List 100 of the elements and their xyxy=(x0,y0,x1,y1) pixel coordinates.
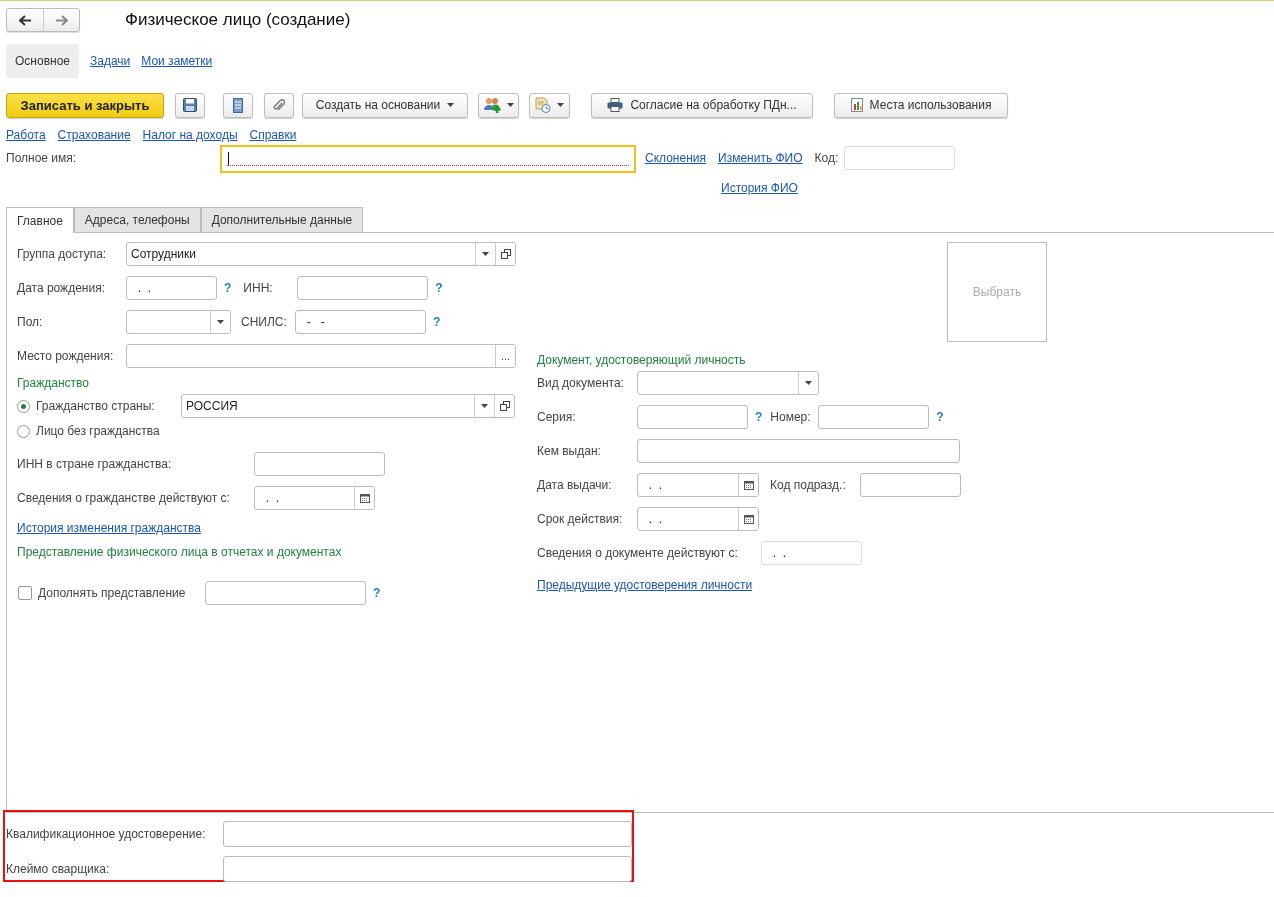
link[interactable]: Справки xyxy=(249,128,297,144)
dropdown-button[interactable] xyxy=(210,311,230,333)
calendar-button[interactable] xyxy=(354,487,374,509)
tab[interactable]: Дополнительные данные xyxy=(200,207,364,232)
link[interactable]: Страхование xyxy=(57,128,131,144)
caret-icon xyxy=(482,252,489,256)
full-name-field[interactable] xyxy=(220,145,636,173)
input-field[interactable]: ... xyxy=(126,344,516,368)
usages-button[interactable]: Места использования xyxy=(834,92,1008,118)
combo-box[interactable]: Сотрудники xyxy=(126,242,516,266)
input-field[interactable] xyxy=(637,405,748,429)
help-link[interactable]: ? xyxy=(373,586,381,600)
link[interactable]: Склонения xyxy=(645,151,706,165)
link[interactable]: Изменить ФИО xyxy=(718,151,803,165)
input-field[interactable] xyxy=(818,405,930,429)
field-label: Клеймо сварщика: xyxy=(6,862,111,876)
field-label: Номер: xyxy=(770,410,812,424)
calendar-icon xyxy=(743,514,754,524)
caret-icon xyxy=(805,381,812,385)
field-label: Место рождения: xyxy=(17,349,115,363)
caret-icon xyxy=(447,103,455,107)
help-link[interactable]: ? xyxy=(755,410,763,424)
tab[interactable]: Главное xyxy=(6,207,74,233)
field-label: Серия: xyxy=(537,410,577,424)
code-field[interactable] xyxy=(844,146,956,170)
checkbox[interactable] xyxy=(18,586,32,600)
date-field[interactable]: . . xyxy=(637,473,759,497)
caret-icon xyxy=(557,103,564,107)
link[interactable]: Работа xyxy=(6,128,46,144)
field-label: Код: xyxy=(814,151,839,165)
field-label: Сведения о документе действуют с: xyxy=(537,546,739,560)
input-field[interactable] xyxy=(860,473,961,497)
section-title: Представление физического лица в отчетах и документах xyxy=(17,545,342,559)
field-label: Дополнять представление xyxy=(38,586,187,600)
document-clock-icon xyxy=(535,97,551,113)
input-field[interactable] xyxy=(254,452,385,476)
tab[interactable]: Адреса, телефоны xyxy=(73,207,201,232)
window-title: Физическое лицо (создание) xyxy=(125,10,351,30)
dropdown-button[interactable] xyxy=(798,372,818,394)
help-link[interactable]: ? xyxy=(435,281,443,295)
input-field[interactable] xyxy=(637,439,960,463)
option-label: Лицо без гражданства xyxy=(36,424,160,438)
calendar-button[interactable] xyxy=(738,508,758,530)
radio-button[interactable] xyxy=(17,424,30,438)
input-field[interactable] xyxy=(222,856,632,882)
users-add-icon xyxy=(483,97,501,113)
calendar-icon xyxy=(359,493,370,503)
open-window-icon xyxy=(499,401,510,411)
field-label: Квалификационное удостоверение: xyxy=(6,827,207,841)
field-label: Вид документа: xyxy=(537,376,625,390)
printer-icon xyxy=(607,98,624,112)
field-label: Кем выдан: xyxy=(537,444,602,458)
section-tab[interactable]: Основное xyxy=(6,44,79,78)
back-arrow-icon xyxy=(18,14,32,26)
field-label: Группа доступа: xyxy=(17,247,108,261)
help-link[interactable]: ? xyxy=(433,315,441,329)
combo-box[interactable]: РОССИЯ xyxy=(181,394,515,418)
option-label: Гражданство страны: xyxy=(36,399,156,413)
caret-icon xyxy=(481,404,488,408)
save-and-close-button[interactable]: Записать и закрыть xyxy=(6,92,164,118)
date-field[interactable]: . . xyxy=(637,507,759,531)
open-button[interactable] xyxy=(494,395,514,417)
section-tab[interactable]: Задачи xyxy=(90,54,131,68)
date-field[interactable]: . . xyxy=(126,276,217,300)
consent-print-button[interactable]: Согласие на обработку ПДн... xyxy=(591,92,813,118)
help-link[interactable]: ? xyxy=(224,281,232,295)
users-menu-button[interactable] xyxy=(478,92,519,118)
field-label: ИНН: xyxy=(243,281,274,295)
input-field[interactable]: - - xyxy=(295,310,426,334)
create-based-on-button[interactable]: Создать на основании xyxy=(302,92,468,118)
radio-button[interactable] xyxy=(17,399,30,413)
document-menu-button[interactable] xyxy=(529,92,570,118)
field-label: Дата рождения: xyxy=(17,281,106,295)
save-button[interactable] xyxy=(175,92,205,118)
link[interactable]: Налог на доходы xyxy=(142,128,238,144)
caret-icon xyxy=(506,103,514,107)
field-label: Пол: xyxy=(17,315,44,329)
link[interactable]: Предыдущие удостоверения личности xyxy=(537,578,753,592)
chart-document-icon xyxy=(850,98,863,112)
calendar-button[interactable] xyxy=(738,474,758,496)
select-button[interactable]: ... xyxy=(495,345,515,367)
input-field[interactable] xyxy=(222,821,632,847)
caret-icon xyxy=(217,320,224,324)
date-field[interactable]: . . xyxy=(254,486,375,510)
field-label: Дата выдачи: xyxy=(537,478,613,492)
calendar-icon xyxy=(743,480,754,490)
link[interactable]: История ФИО xyxy=(721,181,798,195)
section-title: Гражданство xyxy=(17,376,90,390)
help-link[interactable]: ? xyxy=(936,410,944,424)
field-label: Полное имя: xyxy=(6,150,78,167)
open-button[interactable] xyxy=(495,243,515,265)
input-field[interactable] xyxy=(297,276,429,300)
open-window-icon xyxy=(500,249,511,259)
forward-arrow-icon xyxy=(55,14,68,26)
date-field[interactable]: . . xyxy=(761,541,862,565)
input-field[interactable] xyxy=(205,581,366,605)
section-tab[interactable]: Мои заметки xyxy=(141,54,213,68)
list-button[interactable] xyxy=(223,92,253,118)
attach-button[interactable] xyxy=(264,92,294,118)
link[interactable]: История изменения гражданства xyxy=(17,521,201,535)
